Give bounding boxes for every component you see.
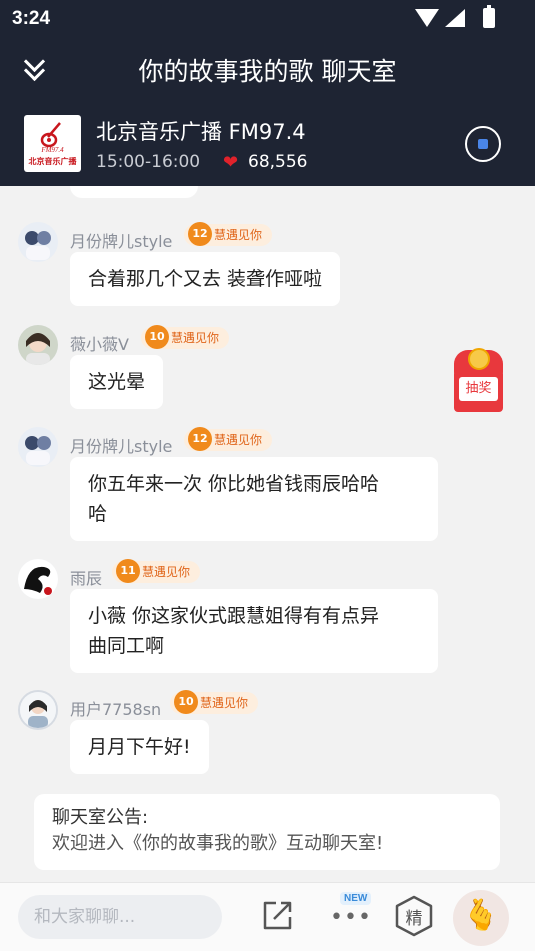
level-badge: 10 <box>174 690 198 714</box>
more-button[interactable]: NEW ••• <box>326 892 372 935</box>
avatar[interactable] <box>18 325 58 365</box>
station-name: 北京音乐广播 FM97.4 <box>96 120 306 144</box>
message-text: 月月下午好! <box>88 736 191 758</box>
coin-icon <box>468 348 490 370</box>
program-time: 15:00-16:00 <box>96 152 201 172</box>
red-envelope-body: 抽奖 <box>454 370 503 412</box>
nickname: 月份牌儿style <box>70 232 173 251</box>
bottom-bar: 和大家聊聊... NEW ••• 精 🫰 <box>0 882 535 951</box>
badge-label: 慧遇见你 <box>142 565 191 579</box>
more-icon: ••• <box>330 905 372 930</box>
share-button[interactable] <box>260 899 294 933</box>
message-bubble[interactable]: 小薇 你这家伙式跟慧姐得有有点异 曲同工啊 <box>70 589 438 673</box>
fan-badge: 11 慧遇见你 <box>112 559 201 583</box>
like-count: 68,556 <box>248 152 308 172</box>
chat-input[interactable]: 和大家聊聊... <box>18 895 222 939</box>
announcement-title: 聊天室公告: <box>52 807 149 828</box>
message-bubble <box>70 186 198 198</box>
message-bubble[interactable]: 你五年来一次 你比她省钱雨辰哈哈 哈 <box>70 457 438 541</box>
level-badge: 10 <box>145 325 169 349</box>
announcement-card: 聊天室公告: 欢迎进入《你的故事我的歌》互动聊天室! <box>34 794 500 870</box>
message-text: 曲同工啊 <box>88 635 165 657</box>
signal-icon <box>445 9 465 27</box>
message-text: 小薇 你这家伙式跟慧姐得有有点异 <box>88 605 380 627</box>
new-badge: NEW <box>340 892 372 905</box>
nickname: 薇小薇V <box>70 335 129 354</box>
lottery-label: 抽奖 <box>459 377 498 401</box>
fan-badge: 12 慧遇见你 <box>184 427 273 451</box>
page-title: 你的故事我的歌 聊天室 <box>138 57 397 86</box>
logo-frequency: FM97.4 <box>41 146 64 154</box>
chat-list[interactable]: 月份牌儿style 12 慧遇见你 合着那几个又去 装聋作哑啦 薇小薇V 10 慧遇… <box>0 186 535 882</box>
badge-label: 慧遇见你 <box>214 433 263 447</box>
share-icon <box>263 901 292 930</box>
fan-badge: 10 慧遇见你 <box>141 325 230 349</box>
clock: 3:24 <box>12 8 51 29</box>
status-bar: 3:24 <box>0 0 535 36</box>
badge-label: 慧遇见你 <box>171 331 220 345</box>
battery-icon <box>483 5 495 28</box>
avatar[interactable] <box>18 427 58 467</box>
level-badge: 11 <box>116 559 140 583</box>
stop-button[interactable] <box>465 126 501 162</box>
message-bubble[interactable]: 月月下午好! <box>70 720 209 774</box>
fan-badge: 10 慧遇见你 <box>170 690 259 714</box>
guitar-logo-icon <box>40 122 61 148</box>
featured-label: 精 <box>405 909 423 929</box>
badge-label: 慧遇见你 <box>200 696 249 710</box>
level-badge: 12 <box>188 427 212 451</box>
nickname: 雨辰 <box>70 569 103 588</box>
avatar[interactable] <box>18 559 58 599</box>
fan-badge: 12 慧遇见你 <box>184 222 273 246</box>
wifi-icon <box>415 9 439 27</box>
chat-message: 雨辰 11 慧遇见你 小薇 你这家伙式跟慧姐得有有点异 曲同工啊 <box>0 559 535 679</box>
chat-message: 用户7758sn 10 慧遇见你 月月下午好! <box>0 690 535 780</box>
finger-heart-button[interactable]: 🫰 <box>453 890 509 946</box>
message-bubble[interactable]: 这光晕 <box>70 355 164 409</box>
badge-label: 慧遇见你 <box>214 228 263 242</box>
level-badge: 12 <box>188 222 212 246</box>
message-bubble[interactable]: 合着那几个又去 装聋作哑啦 <box>70 252 341 306</box>
message-text: 合着那几个又去 装聋作哑啦 <box>88 268 323 290</box>
avatar[interactable] <box>18 222 58 262</box>
lottery-button[interactable]: 抽奖 <box>454 348 503 412</box>
chat-message: 月份牌儿style 12 慧遇见你 合着那几个又去 装聋作哑啦 <box>0 222 535 312</box>
avatar[interactable] <box>18 690 58 730</box>
logo-station-name: 北京音乐广播 <box>28 157 77 166</box>
message-text: 这光晕 <box>88 371 146 393</box>
message-text: 你五年来一次 你比她省钱雨辰哈哈 <box>88 473 380 495</box>
message-text: 哈 <box>88 503 108 525</box>
announcement-text: 欢迎进入《你的故事我的歌》互动聊天室! <box>52 833 384 854</box>
finger-heart-icon: 🫰 <box>462 898 500 933</box>
heart-icon[interactable]: ❤ <box>223 152 238 173</box>
nickname: 用户7758sn <box>70 700 162 719</box>
stop-icon <box>478 139 488 149</box>
chat-message: 月份牌儿style 12 慧遇见你 你五年来一次 你比她省钱雨辰哈哈 哈 <box>0 427 535 547</box>
nickname: 月份牌儿style <box>70 437 173 456</box>
featured-button[interactable]: 精 <box>394 895 434 937</box>
station-logo[interactable]: FM97.4 北京音乐广播 <box>24 115 81 172</box>
header: 3:24 你的故事我的歌 聊天室 FM97.4 北京音乐广播 北京音乐广播 FM… <box>0 0 535 186</box>
